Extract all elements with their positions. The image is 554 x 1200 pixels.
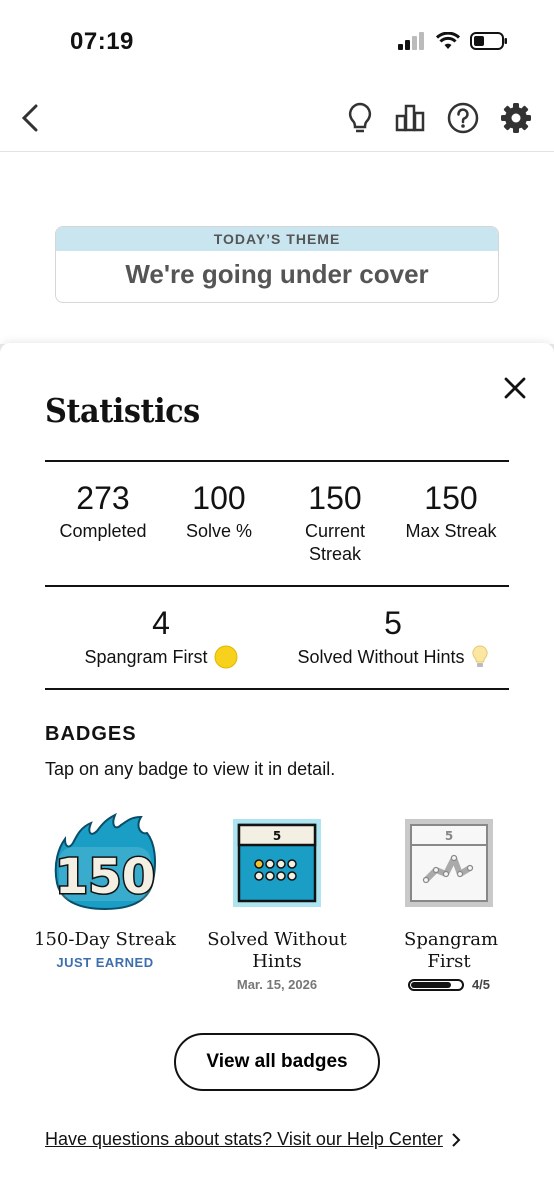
progress-fill (410, 981, 451, 988)
badge-150-day-streak[interactable]: 150 150-Day Streak JUST EARNED (30, 813, 180, 970)
view-all-badges-button[interactable]: View all badges (174, 1033, 380, 1091)
theme-title: We're going under cover (125, 259, 429, 289)
divider (45, 688, 509, 690)
stat-solved-without-hints: 5 Solved Without Hints (277, 603, 509, 673)
top-nav (0, 84, 554, 152)
bar-chart-icon (395, 104, 425, 132)
badge-solved-without-hints[interactable]: 5 Solved Without Hints Mar. 15, 2026 (202, 813, 352, 992)
stat-spangram-first: 4 Spangram First (45, 603, 277, 673)
hint-button[interactable] (340, 98, 380, 138)
badges-heading: BADGES (45, 723, 137, 745)
stat-label-row: Solved Without Hints (297, 645, 488, 669)
badge-image: 5 (202, 813, 352, 913)
wifi-icon (436, 32, 460, 49)
divider (45, 460, 509, 462)
help-button[interactable] (443, 98, 483, 138)
status-bar: 07:19 (0, 0, 554, 84)
stat-label: Completed (59, 521, 147, 541)
stat-label-row: Spangram First (84, 645, 238, 669)
signal-icon (398, 32, 424, 50)
stat-solve-percent: 100 Solve % (161, 478, 277, 578)
chevron-right-icon (452, 1132, 461, 1147)
status-time: 07:19 (70, 28, 134, 55)
divider (45, 585, 509, 587)
badge-name: 150-Day Streak (34, 929, 176, 950)
yellow-circle-icon (214, 645, 238, 669)
close-icon (504, 377, 526, 399)
badge-date: Mar. 15, 2026 (236, 977, 318, 992)
badge-art-text: 5 (445, 829, 453, 843)
badge-status: JUST EARNED (56, 955, 154, 970)
badges-subtitle: Tap on any badge to view it in detail. (45, 759, 336, 779)
stat-label: Solved Without Hints (297, 647, 465, 667)
stat-value: 4 (152, 605, 170, 641)
badge-image: 5 (374, 813, 524, 913)
stats-button[interactable] (390, 98, 430, 138)
back-button[interactable] (10, 98, 50, 138)
progress-bar (407, 978, 464, 991)
stat-label: Spangram First (84, 647, 208, 667)
lightbulb-icon (348, 102, 372, 133)
badge-spangram-first[interactable]: 5 Spangram First 4/5 (374, 813, 524, 992)
question-circle-icon (447, 102, 479, 134)
progress-text: 4/5 (471, 977, 491, 992)
stat-value: 150 (424, 480, 478, 516)
theme-card: TODAY’S THEME We're going under cover (55, 226, 499, 303)
stats-row-primary: 273 Completed 100 Solve % 150 Current St… (45, 478, 509, 578)
badge-art-text: 150 (55, 849, 155, 905)
calendar-grid-icon: 5 (233, 819, 321, 907)
lightbulb-icon (471, 645, 488, 667)
status-icons (398, 31, 508, 51)
close-button[interactable] (502, 375, 528, 401)
spangram-path-icon: 5 (405, 819, 493, 907)
stat-completed: 273 Completed (45, 478, 161, 578)
stat-value: 150 (308, 480, 362, 516)
stat-value: 5 (384, 605, 402, 641)
statistics-title: Statistics (45, 391, 200, 430)
badge-art-text: 5 (273, 829, 281, 843)
badge-image: 150 (30, 813, 180, 913)
stat-label: Solve % (185, 521, 253, 541)
badge-name: Spangram First (404, 929, 499, 972)
stat-max-streak: 150 Max Streak (393, 478, 509, 578)
stat-label: Current Streak (304, 521, 366, 564)
stat-value: 100 (192, 480, 246, 516)
help-link-text: Have questions about stats? Visit our He… (45, 1129, 443, 1149)
chevron-left-icon (21, 104, 38, 132)
statistics-sheet: Statistics 273 Completed 100 Solve % 150… (0, 343, 554, 1200)
badge-name: Solved Without Hints (207, 929, 347, 972)
stat-value: 273 (76, 480, 130, 516)
flame-streak-icon: 150 (53, 813, 157, 911)
badge-progress: 4/5 (374, 977, 524, 992)
stat-label: Max Streak (405, 521, 497, 541)
settings-button[interactable] (496, 98, 536, 138)
stats-row-secondary: 4 Spangram First 5 Solved Without Hints (45, 603, 509, 673)
gear-icon (501, 103, 531, 133)
stat-current-streak: 150 Current Streak (277, 478, 393, 578)
battery-icon (470, 32, 507, 50)
help-center-link[interactable]: Have questions about stats? Visit our He… (45, 1129, 461, 1150)
theme-header: TODAY’S THEME (56, 227, 498, 251)
